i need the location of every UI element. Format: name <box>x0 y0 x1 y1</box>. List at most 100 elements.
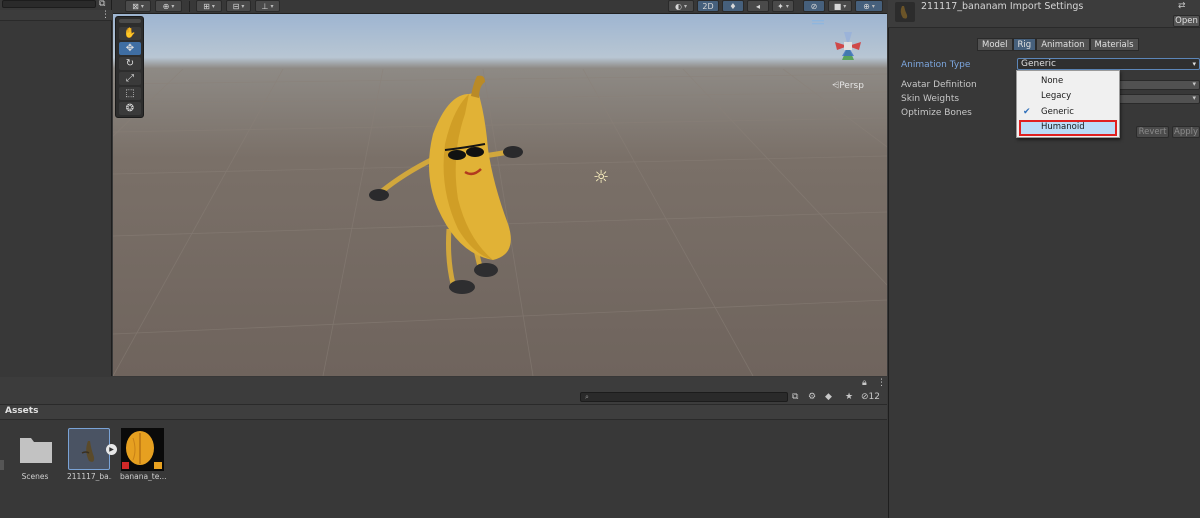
snap-icon: ⊟ <box>232 1 240 11</box>
eye-slash-icon: ⊘ <box>861 392 869 402</box>
texture-asset-label: banana_te... <box>120 472 166 481</box>
model-asset[interactable] <box>68 428 110 470</box>
rotate-icon: ↻ <box>125 58 135 69</box>
menu-item-legacy[interactable]: Legacy <box>1017 89 1119 103</box>
search-by-type-icon[interactable]: ⧉ <box>792 392 798 402</box>
scene-view-tab-handle[interactable] <box>812 20 824 25</box>
tab-animation[interactable]: Animation <box>1036 38 1090 51</box>
align-icon: ⊥ <box>261 1 269 11</box>
shading-icon: ◐ <box>675 1 682 11</box>
breadcrumb-assets[interactable]: Assets <box>5 406 38 416</box>
menu-item-generic[interactable]: ✔ Generic <box>1017 105 1119 119</box>
tool-palette: ✋ ✥ ↻ ⤢ ⬚ ❂ <box>115 16 144 118</box>
transform-tool-button[interactable]: ❂ <box>119 102 141 115</box>
increment-snap-button[interactable]: ⊟ ▾ <box>226 0 251 12</box>
align-button[interactable]: ⊥ ▾ <box>255 0 280 12</box>
menu-item-none[interactable]: None <box>1017 74 1119 88</box>
splitter-handle[interactable] <box>0 460 4 470</box>
skin-weights-dropdown[interactable]: ▾ <box>1118 94 1200 104</box>
grid-snap-button[interactable]: ⊞ ▾ <box>196 0 222 12</box>
lighting-toggle[interactable]: ♦ <box>722 0 744 12</box>
hidden-objects-toggle[interactable]: ⊘ <box>803 0 825 12</box>
scale-tool-button[interactable]: ⤢ <box>119 72 141 85</box>
import-tabs: Model Rig Animation Materials <box>977 38 1139 51</box>
move-tool-button[interactable]: ✥ <box>119 42 141 55</box>
asset-thumbnail <box>895 2 915 22</box>
tool-palette-handle[interactable] <box>119 19 141 23</box>
favorite-star-icon[interactable]: ★ <box>845 392 853 402</box>
tab-materials[interactable]: Materials <box>1089 38 1139 51</box>
skin-weights-label: Skin Weights <box>901 94 960 104</box>
tab-model[interactable]: Model <box>977 38 1013 51</box>
optimize-bones-label: Optimize Bones <box>901 108 972 118</box>
transform-icon: ❂ <box>125 103 135 114</box>
gizmos-icon: ⊕ <box>863 1 870 11</box>
scene-viewport <box>113 20 887 376</box>
effects-icon: ✦ <box>777 1 784 11</box>
more-options-icon[interactable]: ⋮ <box>877 378 886 388</box>
directional-light-icon[interactable]: ☼ <box>593 169 609 187</box>
camera-icon: ■ <box>833 1 842 11</box>
hand-icon: ✋ <box>123 28 137 39</box>
grid-icon: ⊞ <box>203 1 210 11</box>
effects-button[interactable]: ✦ ▾ <box>772 0 794 12</box>
hierarchy-header <box>0 10 112 21</box>
lock-icon[interactable]: 🔒︎ <box>862 378 867 388</box>
menu-item-humanoid[interactable]: Humanoid <box>1019 120 1117 136</box>
folder-asset-label: Scenes <box>21 472 49 481</box>
project-search-input[interactable]: ⌕ <box>580 392 788 402</box>
texture-asset[interactable] <box>121 428 164 471</box>
filter-type-icon[interactable]: ⚙ <box>808 392 816 402</box>
revert-button[interactable]: Revert <box>1136 126 1169 138</box>
settings-sliders-icon[interactable]: ⇄ <box>1178 1 1186 11</box>
draw-mode-button[interactable]: ⊠ ▾ <box>125 0 151 12</box>
animation-type-dropdown[interactable]: Generic ▾ <box>1017 58 1200 70</box>
hierarchy-panel <box>0 0 112 376</box>
animation-type-label: Animation Type <box>901 60 971 70</box>
rotate-tool-button[interactable]: ↻ <box>119 57 141 70</box>
avatar-definition-dropdown[interactable]: ▾ <box>1118 80 1200 90</box>
gizmos-button[interactable]: ⊕ ▾ <box>855 0 883 12</box>
folder-asset[interactable] <box>17 430 55 468</box>
rect-transform-icon: ⬚ <box>125 88 135 99</box>
hierarchy-search-input[interactable] <box>2 0 96 8</box>
apply-button[interactable]: Apply <box>1172 126 1200 138</box>
chevron-down-icon: ▾ <box>1192 80 1196 88</box>
2d-toggle[interactable]: 2D <box>697 0 719 12</box>
shading-mode-button[interactable]: ◐ ▾ <box>668 0 694 12</box>
inspector-title: 211117_bananam Import Settings <box>921 1 1084 12</box>
avatar-definition-label: Avatar Definition <box>901 80 977 90</box>
orientation-gizmo[interactable] <box>835 32 861 60</box>
banana-texture-thumbnail <box>122 431 162 469</box>
globe-icon: ⊕ <box>162 1 170 11</box>
audio-toggle[interactable]: ◂ <box>747 0 769 12</box>
search-icon: ⌕ <box>585 393 589 401</box>
hand-tool-button[interactable]: ✋ <box>119 27 141 40</box>
scale-icon: ⤢ <box>126 73 134 84</box>
draw-mode-icon: ⊠ <box>132 1 139 11</box>
folder-icon <box>20 438 52 463</box>
chevron-down-icon: ▾ <box>1192 60 1196 68</box>
global-local-button[interactable]: ⊕ ▾ <box>155 0 182 12</box>
expand-play-icon[interactable]: ▶ <box>106 444 117 455</box>
chevron-down-icon: ▾ <box>1192 94 1196 102</box>
projection-toggle[interactable]: ⩤Persp <box>832 81 864 91</box>
scene-toolbar: ⊠ ▾ ⊕ ▾ ⊞ ▾ ⊟ ▾ ⊥ ▾ ◐ ▾ 2D ♦ ◂ ✦ ▾ ⊘ ■ ▾ ⊕ ▾ <box>113 0 887 14</box>
hidden-packages-toggle[interactable]: ⊘12 <box>861 392 880 402</box>
breadcrumb <box>0 405 887 420</box>
more-options-icon[interactable]: ⋮ <box>101 10 110 20</box>
model-asset-label: 211117_ba... <box>67 472 112 481</box>
project-tab-bar <box>0 377 887 389</box>
speaker-icon: ◂ <box>755 1 760 11</box>
open-button[interactable]: Open <box>1173 15 1200 27</box>
move-arrows-icon: ✥ <box>125 43 135 54</box>
label-tag-icon[interactable]: ◆ <box>825 392 832 402</box>
lightbulb-icon: ♦ <box>729 1 737 11</box>
tab-rig[interactable]: Rig <box>1012 38 1037 51</box>
banana-character[interactable] <box>369 75 523 294</box>
lock-icon[interactable]: ⧉ <box>99 0 105 9</box>
camera-button[interactable]: ■ ▾ <box>828 0 852 12</box>
rect-tool-button[interactable]: ⬚ <box>119 87 141 100</box>
scene-view[interactable] <box>113 14 887 376</box>
eye-slash-icon: ⊘ <box>810 1 818 11</box>
